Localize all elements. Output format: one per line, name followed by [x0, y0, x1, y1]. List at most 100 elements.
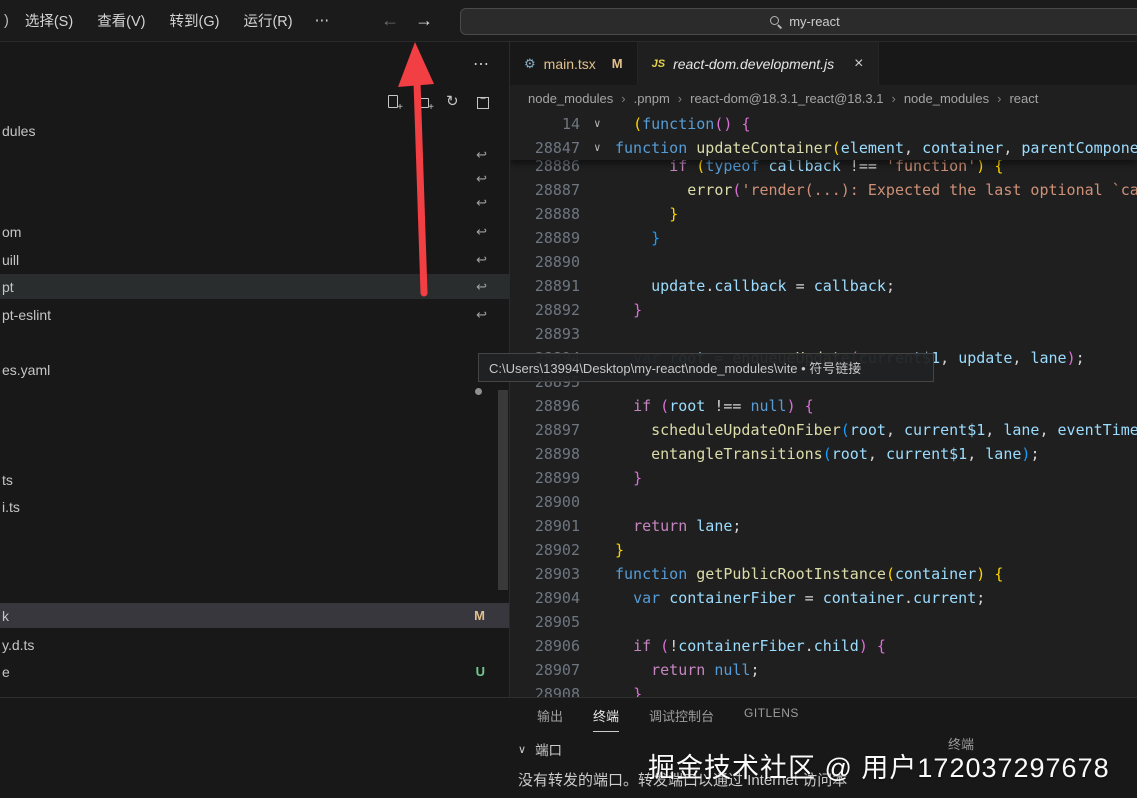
menu-item-run[interactable]: 运行(R)	[231, 5, 304, 36]
file-tree-item[interactable]: es.yaml	[0, 357, 509, 382]
code-text: }	[615, 202, 678, 226]
menu-item-selection[interactable]: 选择(S)	[13, 5, 85, 36]
code-line[interactable]: 28902}	[510, 538, 1137, 562]
file-tree-item[interactable]: ↩	[0, 166, 509, 191]
ports-section-header[interactable]: ∨ 端口	[518, 739, 562, 759]
tooltip-text: C:\Users\13994\Desktop\my-react\node_mod…	[489, 358, 861, 377]
breadcrumb-item[interactable]: react	[1009, 91, 1038, 106]
code-line[interactable]: 28896 if (root !== null) {	[510, 394, 1137, 418]
line-number: 28887	[510, 178, 580, 202]
fold-chevron-icon[interactable]: ∨	[594, 112, 608, 136]
chevron-right-icon: ›	[891, 91, 895, 106]
code-text: }	[615, 466, 642, 490]
code-line[interactable]: 28887 error('render(...): Expected the l…	[510, 178, 1137, 202]
code-line[interactable]: 28901 return lane;	[510, 514, 1137, 538]
file-tree-item[interactable]: dules	[0, 118, 509, 143]
sticky-code-line[interactable]: 28847∨function updateContainer(element, …	[510, 136, 1137, 160]
file-name: i.ts	[2, 499, 20, 515]
close-tab-icon[interactable]: ×	[854, 55, 863, 73]
symlink-arrow-icon: ↩	[476, 195, 487, 211]
code-line[interactable]: 28891 update.callback = callback;	[510, 274, 1137, 298]
file-tree-item[interactable]: om↩	[0, 219, 509, 244]
line-number: 28889	[510, 226, 580, 250]
code-line[interactable]: 28892 }	[510, 298, 1137, 322]
tab-label: react-dom.development.js	[673, 56, 834, 72]
file-tree-item[interactable]: eU	[0, 659, 509, 684]
line-number: 28907	[510, 658, 580, 682]
code-line[interactable]: 28893	[510, 322, 1137, 346]
menu-item-go[interactable]: 转到(G)	[158, 5, 232, 36]
file-tree-item[interactable]: i.ts	[0, 494, 509, 519]
code-text: }	[615, 226, 660, 250]
sidebar-scrollbar[interactable]	[498, 390, 508, 590]
new-file-icon[interactable]	[385, 94, 401, 110]
line-number: 28901	[510, 514, 580, 538]
breadcrumb-item[interactable]: .pnpm	[634, 91, 670, 106]
code-line[interactable]: 28904 var containerFiber = container.cur…	[510, 586, 1137, 610]
nav-forward-icon[interactable]: →	[415, 10, 433, 31]
new-folder-icon[interactable]	[415, 94, 431, 110]
line-number: 28897	[510, 418, 580, 442]
line-number: 28899	[510, 466, 580, 490]
menu-overflow-icon[interactable]: ⋯	[305, 8, 340, 34]
code-editor[interactable]: 28886 if (typeof callback !== 'function'…	[510, 112, 1137, 697]
line-number: 28903	[510, 562, 580, 586]
code-line[interactable]: 28897 scheduleUpdateOnFiber(root, curren…	[510, 418, 1137, 442]
code-line[interactable]: 28898 entangleTransitions(root, current$…	[510, 442, 1137, 466]
panel-tab-gitlens[interactable]: GITLENS	[744, 706, 799, 732]
git-modified-badge: M	[612, 56, 623, 71]
menu-item-partial[interactable]: )	[0, 13, 13, 29]
sticky-scroll[interactable]: 14∨ (function() {28847∨function updateCo…	[510, 112, 1137, 160]
file-tree-item[interactable]: uill↩	[0, 247, 509, 272]
symlink-arrow-icon: ↩	[476, 307, 487, 323]
file-tree-item[interactable]: ↩	[0, 190, 509, 215]
code-line[interactable]: 28908 }	[510, 682, 1137, 697]
file-tree-item[interactable]: pt↩	[0, 274, 509, 299]
code-line[interactable]: 28890	[510, 250, 1137, 274]
line-number: 28900	[510, 490, 580, 514]
code-text: (function() {	[615, 112, 750, 136]
file-tree-item[interactable]: ts	[0, 467, 509, 492]
code-line[interactable]: 28900	[510, 490, 1137, 514]
panel-tab-terminal[interactable]: 终端	[593, 706, 619, 732]
breadcrumb: node_modules › .pnpm › react-dom@18.3.1_…	[510, 85, 1137, 112]
file-tree-item[interactable]: y.d.ts	[0, 632, 509, 657]
menu-bar: ) 选择(S) 查看(V) 转到(G) 运行(R) ⋯	[0, 5, 339, 36]
tab-react-dom-development-js[interactable]: JS react-dom.development.js ×	[638, 42, 879, 85]
sidebar-more-actions-icon[interactable]: ⋯	[473, 54, 489, 74]
breadcrumb-item[interactable]: react-dom@18.3.1_react@18.3.1	[690, 91, 883, 106]
nav-back-icon[interactable]: ←	[381, 10, 399, 31]
code-text: entangleTransitions(root, current$1, lan…	[615, 442, 1039, 466]
command-center-search[interactable]: my-react	[460, 8, 1137, 35]
file-name: pt-eslint	[2, 307, 51, 323]
code-line[interactable]: 28903function getPublicRootInstance(cont…	[510, 562, 1137, 586]
line-number: 28908	[510, 682, 580, 697]
code-line[interactable]: 28899 }	[510, 466, 1137, 490]
file-tree-item[interactable]: ↩	[0, 142, 509, 167]
panel-tab-debug-console[interactable]: 调试控制台	[649, 706, 714, 732]
code-text: }	[615, 682, 642, 697]
breadcrumb-item[interactable]: node_modules	[904, 91, 989, 106]
file-tree-item[interactable]: kM	[0, 603, 509, 628]
refresh-explorer-icon[interactable]	[445, 94, 461, 110]
file-tree-item[interactable]: pt-eslint ↩	[0, 302, 509, 327]
chevron-right-icon: ›	[621, 91, 625, 106]
sticky-code-line[interactable]: 14∨ (function() {	[510, 112, 1137, 136]
collapse-folders-icon[interactable]	[475, 94, 491, 110]
code-line[interactable]: 28888 }	[510, 202, 1137, 226]
menu-item-view[interactable]: 查看(V)	[85, 5, 157, 36]
panel-tab-output[interactable]: 输出	[537, 706, 563, 732]
tab-main-tsx[interactable]: ⚙ main.tsx M	[510, 42, 638, 85]
explorer-toolbar	[385, 94, 491, 110]
title-bar: ) 选择(S) 查看(V) 转到(G) 运行(R) ⋯ ← → my-react	[0, 0, 1137, 42]
breadcrumb-item[interactable]: node_modules	[528, 91, 613, 106]
tsx-file-icon: ⚙	[524, 56, 536, 72]
code-line[interactable]: 28905	[510, 610, 1137, 634]
code-line[interactable]: 28889 }	[510, 226, 1137, 250]
line-number: 28906	[510, 634, 580, 658]
line-number: 28905	[510, 610, 580, 634]
fold-chevron-icon[interactable]: ∨	[594, 136, 608, 160]
code-line[interactable]: 28907 return null;	[510, 658, 1137, 682]
code-text: scheduleUpdateOnFiber(root, current$1, l…	[615, 418, 1137, 442]
code-line[interactable]: 28906 if (!containerFiber.child) {	[510, 634, 1137, 658]
